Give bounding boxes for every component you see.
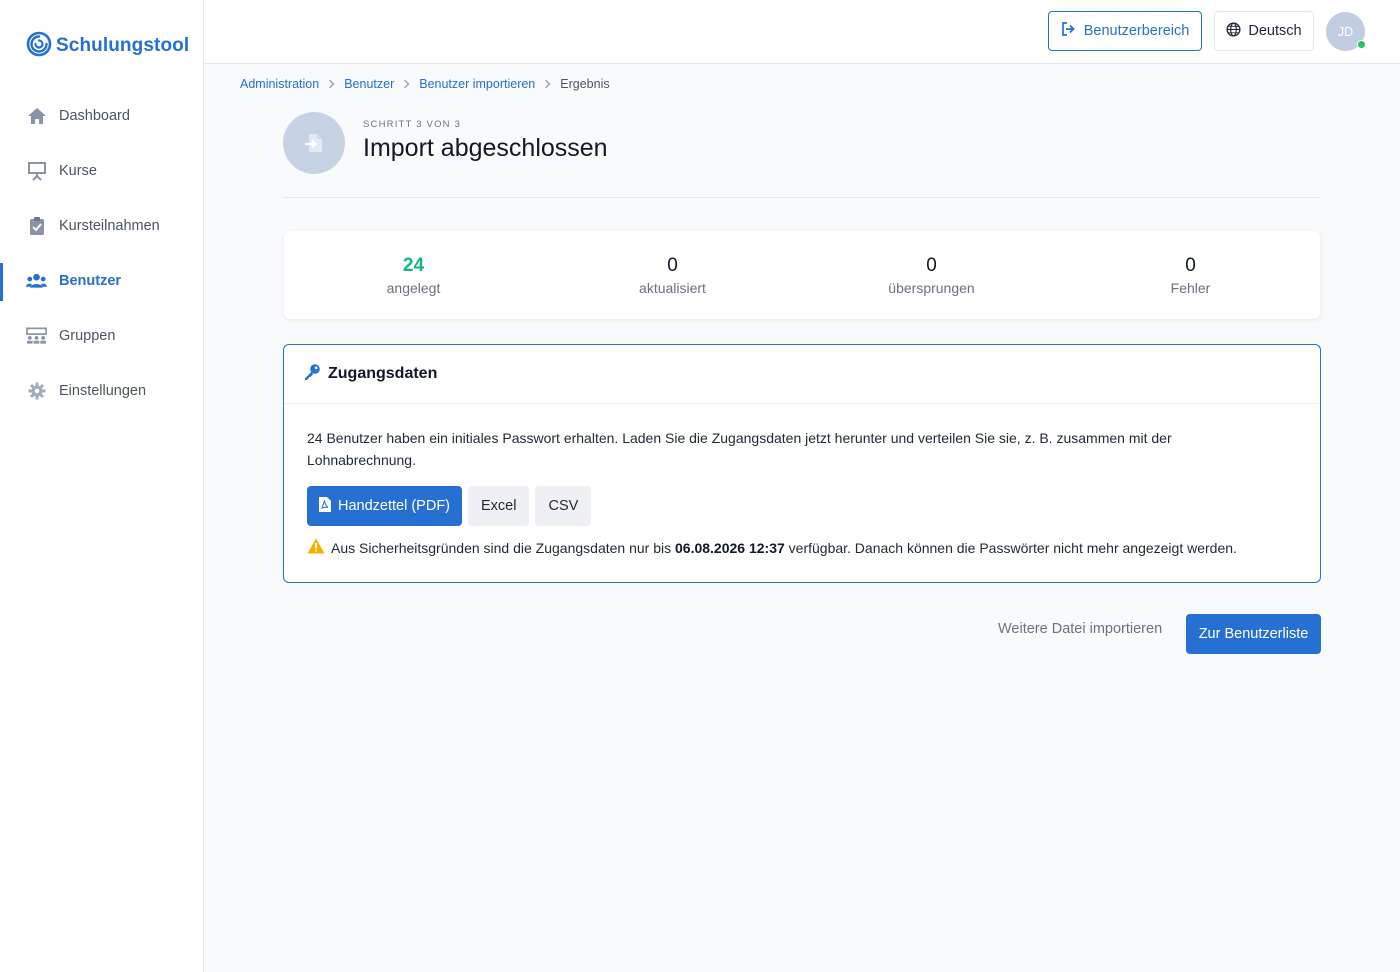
avatar[interactable]: JD xyxy=(1326,12,1366,51)
presentation-icon xyxy=(26,160,47,181)
gear-icon xyxy=(26,380,47,401)
step-indicator: SCHRITT 3 VON 3 xyxy=(363,119,462,130)
pdf-file-icon xyxy=(319,496,331,516)
import-step-icon xyxy=(283,112,345,174)
expiry-warning: Aus Sicherheitsgründen sind die Zugangsd… xyxy=(307,538,1237,557)
page-title: Import abgeschlossen xyxy=(363,134,608,162)
go-to-user-list-button[interactable]: Zur Benutzerliste xyxy=(1186,614,1321,654)
language-label: Deutsch xyxy=(1248,23,1302,39)
sidebar-item-label: Kursteilnahmen xyxy=(59,217,160,234)
sidebar-item-gruppen[interactable]: Gruppen xyxy=(0,308,204,363)
brand-name: Schulungstool xyxy=(56,35,190,56)
top-bar: Benutzerbereich Deutsch JD xyxy=(204,0,1400,64)
user-area-label: Benutzerbereich xyxy=(1083,23,1190,39)
download-pdf-button[interactable]: Handzettel (PDF) xyxy=(307,486,463,526)
sidebar-item-benutzer[interactable]: Benutzer xyxy=(0,253,204,308)
breadcrumb: Administration Benutzer Benutzer importi… xyxy=(240,76,610,92)
home-icon xyxy=(26,105,47,126)
warning-icon xyxy=(307,538,325,557)
credentials-card: Zugangsdaten 24 Benutzer haben ein initi… xyxy=(283,344,1321,583)
stat-skipped: 0 übersprungen xyxy=(802,231,1061,319)
warning-prefix: Aus Sicherheitsgründen sind die Zugangsd… xyxy=(331,539,672,556)
sidebar-item-label: Gruppen xyxy=(59,327,116,344)
chevron-right-icon xyxy=(544,79,551,89)
breadcrumb-benutzer-importieren[interactable]: Benutzer importieren xyxy=(419,77,535,91)
stat-label: übersprungen xyxy=(888,279,975,296)
sidebar-item-label: Einstellungen xyxy=(59,382,147,399)
stat-label: angelegt xyxy=(386,279,441,296)
download-excel-button[interactable]: Excel xyxy=(468,486,530,526)
stat-value: 0 xyxy=(1185,254,1196,276)
stat-created: 24 angelegt xyxy=(284,231,543,319)
language-button[interactable]: Deutsch xyxy=(1214,11,1314,51)
online-status-dot xyxy=(1357,40,1366,49)
sidebar-item-label: Dashboard xyxy=(59,107,130,124)
stat-updated: 0 aktualisiert xyxy=(543,231,802,319)
avatar-initials: JD xyxy=(1337,24,1354,39)
stat-errors: 0 Fehler xyxy=(1061,231,1320,319)
sidebar-item-label: Benutzer xyxy=(59,272,122,289)
stat-value: 0 xyxy=(667,254,678,276)
stat-label: Fehler xyxy=(1170,279,1211,296)
card-title: Zugangsdaten xyxy=(328,365,438,382)
warning-expiry-date: 06.08.2026 12:37 xyxy=(675,539,785,556)
users-icon xyxy=(26,270,47,291)
sidebar: Schulungstool Dashboard Kurse Kursteilna… xyxy=(0,0,204,972)
chevron-right-icon xyxy=(328,79,335,89)
credentials-description: 24 Benutzer haben ein initiales Passwort… xyxy=(307,430,1172,468)
breadcrumb-administration[interactable]: Administration xyxy=(240,77,319,91)
sign-in-icon xyxy=(1061,22,1077,40)
stat-label: aktualisiert xyxy=(639,279,706,296)
download-buttons: Handzettel (PDF) Excel CSV xyxy=(307,486,592,526)
warning-suffix: verfügbar. Danach können die Passwörter … xyxy=(788,539,1237,556)
key-icon xyxy=(303,363,321,386)
globe-icon xyxy=(1226,21,1241,41)
sidebar-item-einstellungen[interactable]: Einstellungen xyxy=(0,363,204,418)
sidebar-item-label: Kurse xyxy=(59,162,97,179)
card-header: Zugangsdaten xyxy=(284,345,1320,404)
logo-icon xyxy=(26,31,52,62)
sidebar-item-dashboard[interactable]: Dashboard xyxy=(0,88,204,143)
user-area-button[interactable]: Benutzerbereich xyxy=(1048,11,1202,51)
import-another-file-link[interactable]: Weitere Datei importieren xyxy=(998,621,1162,637)
stat-value: 24 xyxy=(402,254,425,276)
sidebar-item-kursteilnahmen[interactable]: Kursteilnahmen xyxy=(0,198,204,253)
breadcrumb-current: Ergebnis xyxy=(560,77,610,91)
clipboard-icon xyxy=(26,215,47,236)
brand-logo[interactable]: Schulungstool xyxy=(26,31,190,62)
group-icon xyxy=(26,325,47,346)
warning-text: Aus Sicherheitsgründen sind die Zugangsd… xyxy=(331,540,1237,556)
breadcrumb-benutzer[interactable]: Benutzer xyxy=(344,77,394,91)
download-pdf-label: Handzettel (PDF) xyxy=(338,498,451,514)
sidebar-item-kurse[interactable]: Kurse xyxy=(0,143,204,198)
download-csv-button[interactable]: CSV xyxy=(535,486,592,526)
stat-value: 0 xyxy=(926,254,937,276)
chevron-right-icon xyxy=(403,79,410,89)
sidebar-nav: Dashboard Kurse Kursteilnahmen Benutzer … xyxy=(0,88,204,418)
divider xyxy=(283,197,1321,198)
import-stats: 24 angelegt 0 aktualisiert 0 übersprunge… xyxy=(284,231,1320,319)
